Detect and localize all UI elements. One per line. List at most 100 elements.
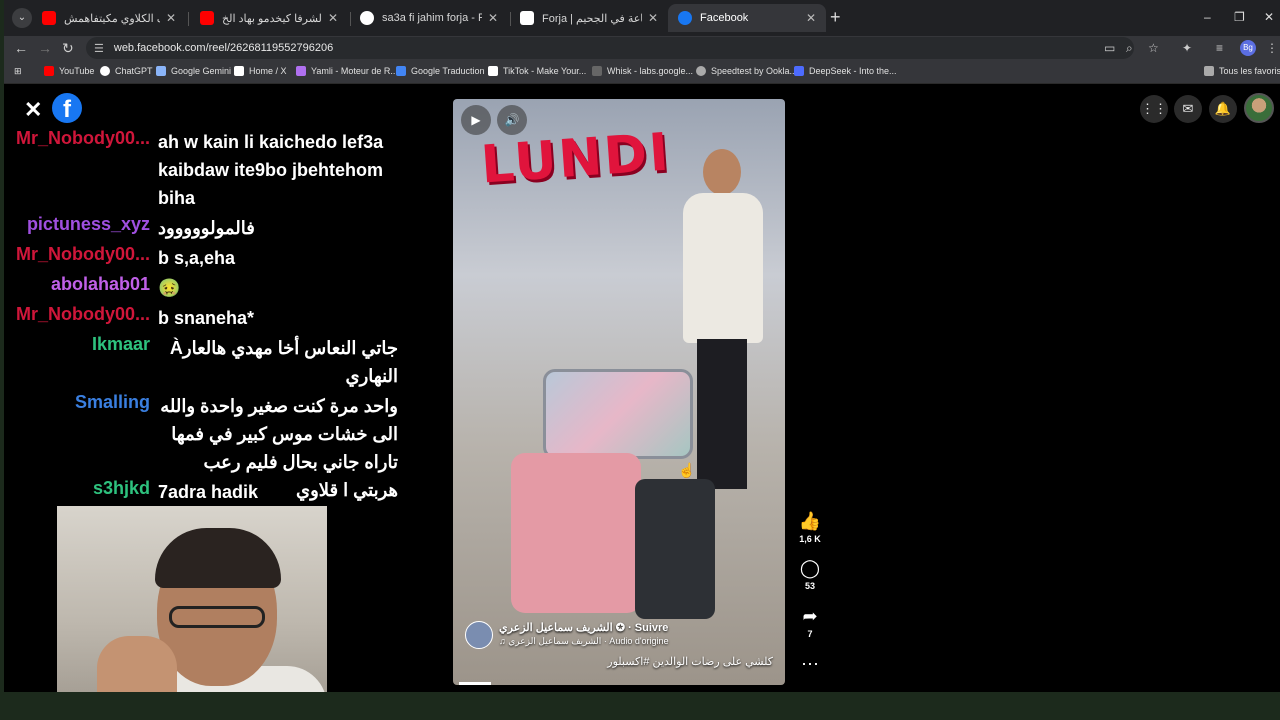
close-window-icon[interactable]: ✕ <box>1264 10 1274 24</box>
author-avatar[interactable] <box>465 621 493 649</box>
tab-title: Forja | ساعة في الجحيم <box>542 12 642 25</box>
more-options-button[interactable]: ⋯ <box>794 653 826 675</box>
zoom-icon[interactable]: ⌕ <box>1126 41 1133 56</box>
translate-icon <box>396 66 406 76</box>
google-icon <box>360 11 374 25</box>
folder-icon <box>1204 66 1214 76</box>
bookmark-deepseek[interactable]: DeepSeek - Into the... <box>794 66 897 76</box>
facebook-logo[interactable]: f <box>52 93 82 123</box>
facebook-icon <box>678 11 692 25</box>
chatgpt-icon <box>100 66 110 76</box>
reel-video[interactable]: ▶ 🔊 LUNDI الشريف سماعيل الزعري ✪ · Suivr… <box>453 99 785 685</box>
chat-text: ah w kain li kaichedo lef3a kaibdaw ite9… <box>158 132 384 208</box>
bookmark-gemini[interactable]: Google Gemini <box>156 66 231 76</box>
audio-label[interactable]: ♫ الشريف سماعيل الزعري · Audio d'origine <box>499 636 669 647</box>
gemini-icon <box>156 66 166 76</box>
tiktok-icon <box>488 66 498 76</box>
browser-window: ⌄ الفنان أشرف الكلاوي مكيتفاهمش ✕ ماشي غ… <box>4 0 1280 692</box>
close-tab-icon[interactable]: ✕ <box>166 11 176 25</box>
url-text: web.facebook.com/reel/26268119552796206 <box>113 42 334 54</box>
chat-username: Mr_Nobody00... <box>15 128 150 148</box>
tab-search-icon[interactable]: ⌄ <box>12 8 32 28</box>
all-bookmarks[interactable]: Tous les favoris <box>1204 66 1280 76</box>
chat-username: Smalling <box>74 392 150 412</box>
author-line[interactable]: الشريف سماعيل الزعري ✪ · Suivre <box>499 621 668 634</box>
share-button[interactable]: ➦ 7 <box>794 605 826 639</box>
close-tab-icon[interactable]: ✕ <box>806 11 816 25</box>
bookmark-translate[interactable]: Google Traduction <box>396 66 485 76</box>
tab-0[interactable]: الفنان أشرف الكلاوي مكيتفاهمش ✕ <box>32 4 186 32</box>
minimize-icon[interactable]: – <box>1204 10 1211 24</box>
play-icon[interactable]: ▶ <box>461 105 491 135</box>
like-button[interactable]: 👍 1,6 K <box>794 510 826 544</box>
tab-4[interactable]: Facebook ✕ <box>668 4 826 32</box>
chat-username: s3hjkd <box>92 478 150 498</box>
reel-overlay-text: LUNDI <box>479 122 673 196</box>
reload-icon[interactable]: ↻ <box>62 40 74 57</box>
bookmark-tiktok[interactable]: TikTok - Make Your... <box>488 66 586 76</box>
chat-username: Ikmaar <box>91 334 150 354</box>
menu-grid-icon[interactable]: ⋮⋮ <box>1140 95 1168 123</box>
chat-username: Mr_Nobody00... <box>15 304 150 324</box>
cast-icon[interactable]: ▭ <box>1104 41 1115 55</box>
notifications-icon[interactable]: 🔔 <box>1209 95 1237 123</box>
apps-icon[interactable]: ⊞ <box>14 66 22 77</box>
close-tab-icon[interactable]: ✕ <box>648 11 658 25</box>
bookmark-star-icon[interactable]: ☆ <box>1148 41 1159 55</box>
address-bar[interactable]: ☰ web.facebook.com/reel/2626811955279620… <box>86 37 1134 59</box>
author-name[interactable]: الشريف سماعيل الزعري <box>499 622 613 634</box>
bookmark-whisk[interactable]: Whisk - labs.google... <box>592 66 693 76</box>
close-tab-icon[interactable]: ✕ <box>488 11 498 25</box>
chat-text: b snaneha* <box>158 308 255 328</box>
forward-icon[interactable]: → <box>38 40 52 56</box>
bookmarks-bar: ⊞ YouTube ChatGPT Google Gemini Home / X… <box>4 62 1280 84</box>
tab-title: sa3a fi jahim forja - Recherche G <box>382 12 482 24</box>
chat-username: Mr_Nobody00... <box>15 244 150 264</box>
chat-text: b s,a,eha <box>158 248 236 268</box>
chat-text: فالمولووووود <box>158 218 255 238</box>
mouse-cursor-icon: ☝ <box>678 462 696 478</box>
restore-icon[interactable]: ❐ <box>1234 10 1245 24</box>
extensions-icon[interactable]: ✦ <box>1182 41 1192 55</box>
youtube-icon <box>42 11 56 25</box>
bookmark-youtube[interactable]: YouTube <box>44 66 94 76</box>
video-luggage-trolley <box>511 369 743 659</box>
bookmark-x[interactable]: Home / X <box>234 66 287 76</box>
youtube-icon <box>44 66 54 76</box>
tab-title: الفنان أشرف الكلاوي مكيتفاهمش <box>64 12 160 25</box>
close-icon[interactable]: ✕ <box>24 97 42 123</box>
media-icon[interactable]: ≡ <box>1216 41 1223 55</box>
bookmark-speedtest[interactable]: Speedtest by Ookla... <box>696 66 797 76</box>
bookmark-yamli[interactable]: Yamli - Moteur de R... <box>296 66 398 76</box>
comment-count: 53 <box>804 581 815 591</box>
account-avatar[interactable] <box>1244 93 1274 123</box>
deepseek-icon <box>794 66 804 76</box>
comment-button[interactable]: ◯ 53 <box>794 557 826 591</box>
youtube-icon <box>200 11 214 25</box>
tab-1[interactable]: ماشي غاع الشرفا كيخدمو بهاد الخ ✕ <box>190 4 348 32</box>
tab-2[interactable]: sa3a fi jahim forja - Recherche G ✕ <box>350 4 508 32</box>
verified-icon: ✪ <box>615 622 625 634</box>
speedtest-icon <box>696 66 706 76</box>
follow-button[interactable]: · Suivre <box>628 622 668 634</box>
profile-avatar[interactable]: Bg <box>1240 40 1256 56</box>
messenger-icon[interactable]: ✉ <box>1174 95 1202 123</box>
webcam-overlay <box>57 506 327 692</box>
chat-username: abolahab01 <box>50 274 150 294</box>
like-icon: 👍 <box>798 511 822 531</box>
site-info-icon[interactable]: ☰ <box>94 42 104 55</box>
comment-icon: ◯ <box>799 558 821 578</box>
chat-text: 7adra hadik <box>158 482 259 502</box>
close-tab-icon[interactable]: ✕ <box>328 11 338 25</box>
page-icon <box>520 11 534 25</box>
new-tab-icon[interactable]: + <box>830 8 841 26</box>
more-icon: ⋯ <box>801 654 819 674</box>
video-progress[interactable] <box>459 682 491 685</box>
volume-icon[interactable]: 🔊 <box>497 105 527 135</box>
tab-title: Facebook <box>700 12 749 24</box>
like-count: 1,6 K <box>799 534 821 544</box>
back-icon[interactable]: ← <box>14 40 28 56</box>
menu-icon[interactable]: ⋮ <box>1266 41 1278 55</box>
tab-3[interactable]: Forja | ساعة في الجحيم ✕ <box>510 4 668 32</box>
bookmark-chatgpt[interactable]: ChatGPT <box>100 66 153 76</box>
